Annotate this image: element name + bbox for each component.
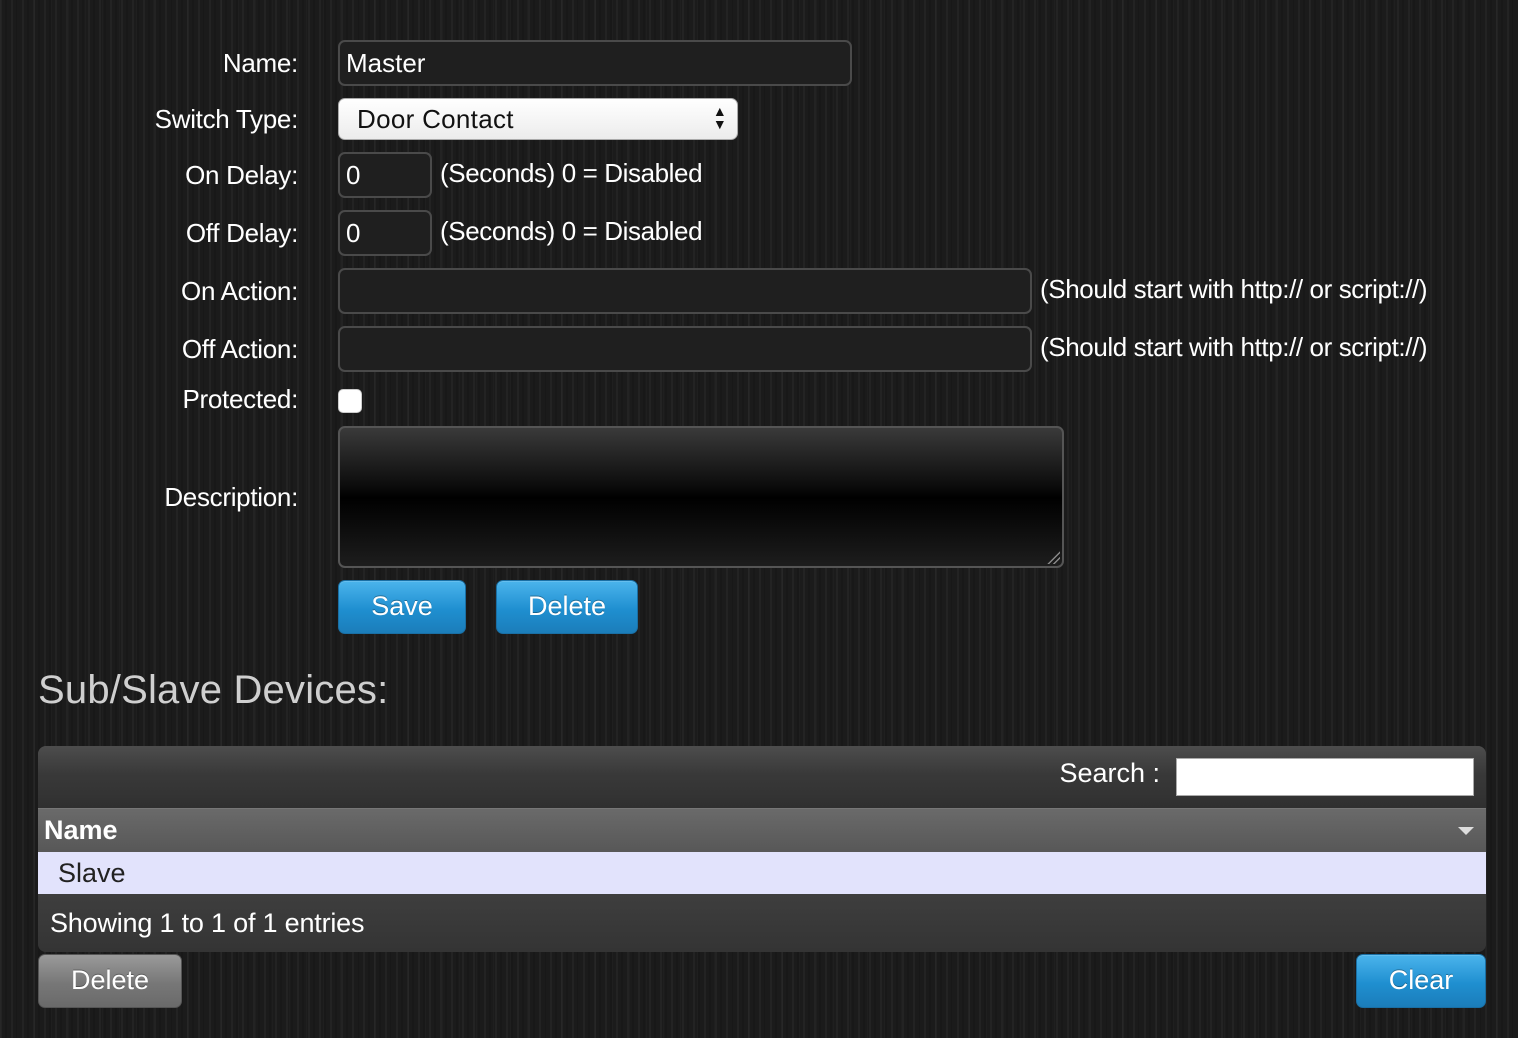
on-delay-hint: (Seconds) 0 = Disabled xyxy=(440,158,703,188)
resize-handle-icon[interactable] xyxy=(1046,550,1060,564)
name-input[interactable] xyxy=(338,40,852,86)
delete-button[interactable]: Delete xyxy=(496,580,638,634)
table-row[interactable]: Slave xyxy=(38,852,1486,894)
on-delay-label: On Delay: xyxy=(185,160,298,190)
table-info: Showing 1 to 1 of 1 entries xyxy=(50,908,365,938)
clear-button[interactable]: Clear xyxy=(1356,954,1486,1008)
switch-type-value: Door Contact xyxy=(357,104,514,134)
row-name-cell: Slave xyxy=(58,858,126,888)
off-action-hint: (Should start with http:// or script://) xyxy=(1040,332,1428,362)
off-action-input[interactable] xyxy=(338,326,1032,372)
off-delay-input[interactable] xyxy=(338,210,432,256)
off-delay-hint: (Seconds) 0 = Disabled xyxy=(440,216,703,246)
description-label: Description: xyxy=(164,482,298,512)
table-footer: Showing 1 to 1 of 1 entries xyxy=(38,894,1486,952)
name-label: Name: xyxy=(222,48,298,78)
protected-label: Protected: xyxy=(182,384,298,414)
on-delay-input[interactable] xyxy=(338,152,432,198)
save-button[interactable]: Save xyxy=(338,580,466,634)
description-textarea[interactable] xyxy=(338,426,1064,568)
select-updown-icon: ▲ ▼ xyxy=(712,103,727,132)
switch-type-select[interactable]: Door Contact ▲ ▼ xyxy=(338,98,738,140)
off-delay-label: Off Delay: xyxy=(185,218,298,248)
table-toolbar: Search : xyxy=(38,746,1486,808)
switch-type-label: Switch Type: xyxy=(154,104,299,134)
on-action-input[interactable] xyxy=(338,268,1032,314)
column-header-label: Name xyxy=(44,815,118,845)
subdevices-title: Sub/Slave Devices: xyxy=(38,668,389,712)
subdevices-table: Search : Name Slave Showing 1 to 1 of 1 … xyxy=(38,746,1486,952)
search-input[interactable] xyxy=(1176,758,1474,796)
search-label: Search : xyxy=(1059,758,1160,788)
on-action-label: On Action: xyxy=(181,276,298,306)
protected-checkbox[interactable] xyxy=(338,389,362,413)
delete-subdevice-button[interactable]: Delete xyxy=(38,954,182,1008)
column-header-name[interactable]: Name xyxy=(38,808,1486,853)
sort-desc-icon xyxy=(1458,827,1474,835)
off-action-label: Off Action: xyxy=(181,334,298,364)
on-action-hint: (Should start with http:// or script://) xyxy=(1040,274,1428,304)
